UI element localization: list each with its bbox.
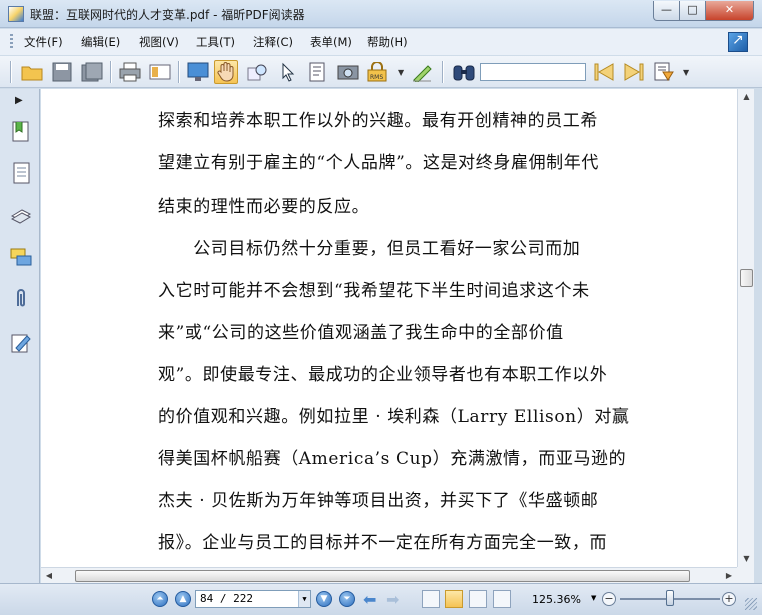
resize-grip[interactable]: [745, 598, 757, 610]
menu-edit[interactable]: 编辑(E): [81, 34, 120, 50]
text-line: 公司目标仍然十分重要，但员工看好一家公司而加: [158, 239, 581, 259]
highlight-dropdown-icon[interactable]: ▼: [683, 68, 689, 77]
text-line: 结束的理性而必要的反应。: [158, 197, 370, 217]
panel-toggle-icon[interactable]: ▶: [15, 95, 23, 106]
zoom-in-button[interactable]: +: [722, 592, 736, 606]
text-line: 的价值观和兴趣。例如拉里 · 埃利森（Larry Ellison）对赢: [158, 407, 630, 427]
zoom-tool-icon[interactable]: [246, 60, 270, 84]
toolbar-separator: [110, 61, 112, 83]
horizontal-scrollbar[interactable]: ◀ ▶: [41, 567, 737, 583]
text-line: 望建立有别于雇主的“个人品牌”。这是对终身雇佣制年代: [158, 153, 599, 173]
menu-file[interactable]: 文件(F): [24, 34, 63, 50]
save-icon[interactable]: [50, 60, 74, 84]
menu-comments[interactable]: 注释(C): [253, 34, 293, 50]
text-line: 报》。企业与员工的目标并不一定在所有方面完全一致，而: [158, 533, 608, 553]
previous-page-icon[interactable]: ▲: [175, 591, 191, 607]
save-as-icon[interactable]: [80, 60, 104, 84]
title-bar: 联盟：互联网时代的人才变革.pdf - 福昕PDF阅读器 — □ ✕: [0, 0, 762, 28]
page-dropdown-icon[interactable]: ▼: [298, 591, 310, 607]
facing-view-icon[interactable]: [469, 590, 487, 608]
rms-dropdown-icon[interactable]: ▼: [398, 68, 404, 77]
text-select-icon[interactable]: [306, 60, 330, 84]
pages-icon[interactable]: [10, 161, 32, 185]
navigation-panel: ▶: [0, 89, 40, 583]
page-number-field[interactable]: 84 / 222 ▼: [195, 590, 311, 608]
scroll-left-icon[interactable]: ◀: [41, 568, 57, 584]
menu-grip: [10, 34, 13, 50]
scroll-up-icon[interactable]: ▲: [738, 89, 755, 105]
open-folder-icon[interactable]: [20, 60, 44, 84]
fullscreen-icon[interactable]: [186, 60, 210, 84]
highlight-icon[interactable]: [652, 60, 676, 84]
first-page-icon[interactable]: ⏶: [152, 591, 168, 607]
minimize-button[interactable]: —: [653, 1, 680, 21]
toolbar-grip: [10, 61, 12, 83]
text-line: 观”。即使最专注、最成功的企业领导者也有本职工作以外: [158, 365, 608, 385]
text-line: 入它时可能并不会想到“我希望花下半生时间追求这个未: [158, 281, 590, 301]
maximize-button[interactable]: □: [679, 1, 706, 21]
text-line: 来”或“公司的这些价值观涵盖了我生命中的全部价值: [158, 323, 564, 343]
vertical-scroll-thumb[interactable]: [740, 269, 753, 287]
scroll-right-icon[interactable]: ▶: [721, 568, 737, 584]
text-line: 得美国杯帆船赛（America’s Cup）充满激情，而亚马逊的: [158, 449, 627, 469]
layers-icon[interactable]: [10, 203, 32, 227]
zoom-dropdown-icon[interactable]: ▼: [591, 594, 596, 602]
document-view[interactable]: 探索和培养本职工作以外的兴趣。最有开创精神的员工希 望建立有别于雇主的“个人品牌…: [41, 89, 737, 567]
go-back-icon[interactable]: ⬅: [363, 590, 376, 609]
attachments-icon[interactable]: [10, 287, 32, 311]
last-page-icon[interactable]: ⏷: [339, 591, 355, 607]
print-icon[interactable]: [118, 60, 142, 84]
go-forward-icon[interactable]: ➡: [386, 590, 399, 609]
window-title: 联盟：互联网时代的人才变革.pdf - 福昕PDF阅读器: [30, 8, 305, 22]
menu-help[interactable]: 帮助(H): [367, 34, 408, 50]
zoom-slider-thumb[interactable]: [666, 590, 674, 606]
scroll-down-icon[interactable]: ▼: [738, 551, 755, 567]
find-next-icon[interactable]: [622, 60, 646, 84]
find-icon[interactable]: [452, 60, 476, 84]
select-tool-icon[interactable]: [276, 60, 300, 84]
rms-icon[interactable]: RMS: [366, 60, 390, 84]
restore-layout-icon[interactable]: [728, 32, 748, 52]
bookmarks-icon[interactable]: [10, 119, 32, 143]
close-button[interactable]: ✕: [705, 1, 754, 21]
horizontal-scroll-thumb[interactable]: [75, 570, 690, 582]
next-page-icon[interactable]: ▼: [316, 591, 332, 607]
email-icon[interactable]: [148, 60, 172, 84]
search-input[interactable]: [480, 63, 586, 81]
menu-tools[interactable]: 工具(T): [196, 34, 235, 50]
status-bar: ⏶ ▲ 84 / 222 ▼ ▼ ⏷ ⬅ ➡ 125.36% ▼ − +: [0, 583, 762, 615]
snapshot-icon[interactable]: [336, 60, 360, 84]
continuous-view-icon[interactable]: [445, 590, 463, 608]
menu-view[interactable]: 视图(V): [139, 34, 179, 50]
sign-icon[interactable]: [410, 60, 434, 84]
toolbar-separator: [442, 61, 444, 83]
zoom-level[interactable]: 125.36%: [532, 593, 581, 606]
app-logo-icon: [8, 6, 24, 22]
toolbar: RMS ▼ ▼: [0, 56, 762, 88]
text-line: 杰夫 · 贝佐斯为万年钟等项目出资，并买下了《华盛顿邮: [158, 491, 599, 511]
signatures-icon[interactable]: [10, 331, 32, 355]
menu-bar: 文件(F) 编辑(E) 视图(V) 工具(T) 注释(C) 表单(M) 帮助(H…: [0, 29, 762, 55]
vertical-scrollbar[interactable]: ▲ ▼: [737, 89, 754, 567]
svg-text:RMS: RMS: [370, 74, 383, 81]
single-page-view-icon[interactable]: [422, 590, 440, 608]
page-number-value: 84 / 222: [200, 592, 253, 605]
hand-tool-icon[interactable]: [214, 60, 238, 84]
comments-icon[interactable]: [10, 245, 32, 269]
find-prev-icon[interactable]: [592, 60, 616, 84]
zoom-out-button[interactable]: −: [602, 592, 616, 606]
scrollbar-corner: [737, 567, 754, 583]
toolbar-separator: [178, 61, 180, 83]
menu-forms[interactable]: 表单(M): [310, 34, 352, 50]
continuous-facing-view-icon[interactable]: [493, 590, 511, 608]
text-line: 探索和培养本职工作以外的兴趣。最有开创精神的员工希: [158, 111, 598, 131]
